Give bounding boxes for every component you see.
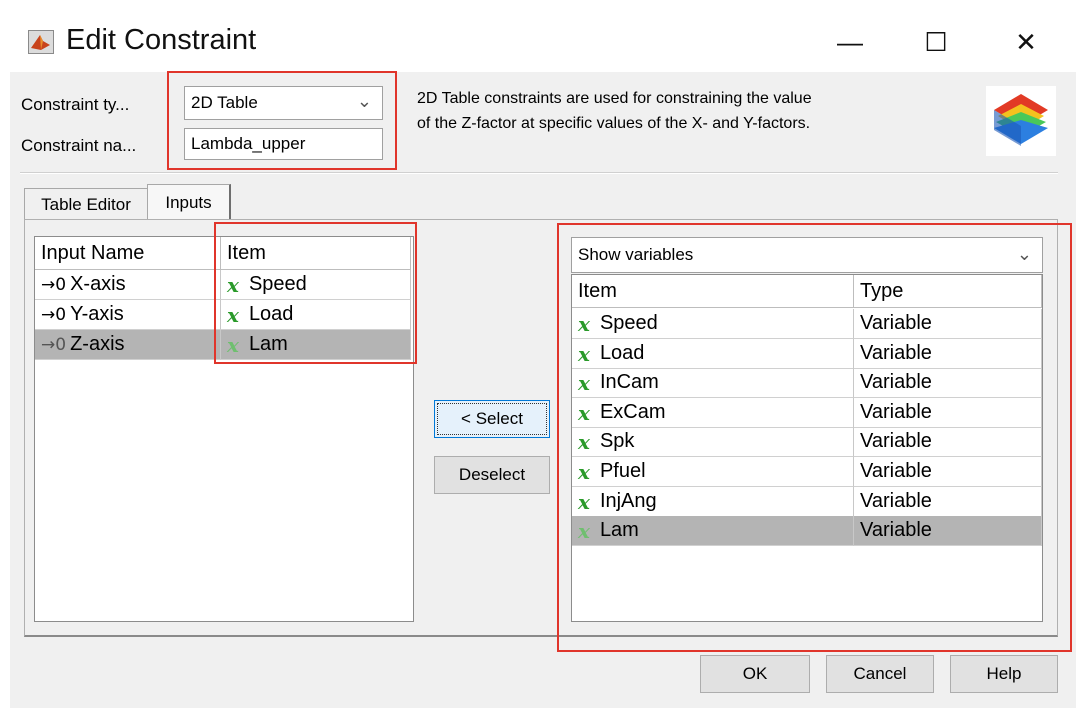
description-line-1: 2D Table constraints are used for constr…	[417, 90, 812, 107]
column-header-input-name[interactable]: Input Name	[35, 237, 221, 270]
title-bar: Edit Constraint — ☐ ✕	[0, 0, 1090, 72]
maximize-button[interactable]: ☐	[908, 20, 964, 64]
input-name: Z-axis	[70, 333, 125, 355]
deselect-button[interactable]: Deselect	[434, 456, 550, 494]
description-line-2: of the Z-factor at specific values of th…	[417, 115, 811, 132]
separator-line	[20, 172, 1058, 174]
tab-inputs[interactable]: Inputs	[147, 184, 231, 220]
select-button[interactable]: < Select	[434, 400, 550, 438]
input-port-icon: →0	[41, 274, 67, 295]
constraint-type-label: Constraint ty...	[21, 95, 130, 114]
matlab-app-icon	[28, 30, 54, 54]
surface-plot-icon	[986, 86, 1056, 156]
tab-table-editor[interactable]: Table Editor	[24, 188, 148, 220]
constraint-name-label: Constraint na...	[21, 136, 137, 155]
highlight-box-constraint	[167, 71, 397, 170]
input-name: Y-axis	[70, 303, 124, 325]
input-port-icon: →0	[41, 334, 67, 355]
input-port-icon: →0	[41, 304, 67, 325]
close-button[interactable]: ✕	[998, 20, 1054, 64]
ok-button[interactable]: OK	[700, 655, 810, 693]
highlight-box-items	[214, 222, 417, 364]
highlight-box-variables	[557, 223, 1072, 652]
window-title: Edit Constraint	[66, 24, 257, 56]
cancel-button[interactable]: Cancel	[826, 655, 934, 693]
table-row-x-axis[interactable]: →0 X-axis	[35, 270, 221, 300]
input-name: X-axis	[70, 273, 126, 295]
table-row-y-axis[interactable]: →0 Y-axis	[35, 300, 221, 330]
table-row-z-axis[interactable]: →0 Z-axis	[35, 330, 221, 360]
help-button[interactable]: Help	[950, 655, 1058, 693]
minimize-button[interactable]: —	[822, 20, 878, 64]
